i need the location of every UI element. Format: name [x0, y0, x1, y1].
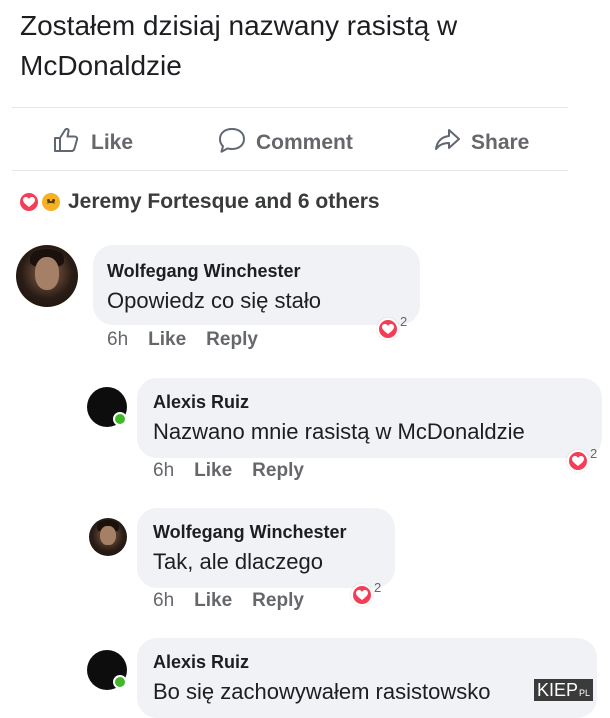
reaction-count-number: 2: [590, 446, 598, 461]
online-status-icon: [113, 675, 127, 689]
comment-reaction-count[interactable]: 2: [377, 314, 407, 340]
comment-button-label: Comment: [256, 131, 353, 154]
comment-meta: 6h Like Reply: [107, 329, 258, 351]
online-status-icon: [113, 412, 127, 426]
comment-reply-button[interactable]: Reply: [252, 590, 304, 612]
comment-author[interactable]: Alexis Ruiz: [153, 392, 249, 413]
reaction-count-number: 2: [374, 580, 382, 595]
comment-time[interactable]: 6h: [153, 590, 174, 612]
watermark-suffix: PL: [579, 688, 591, 698]
comment-bubble: [137, 378, 602, 458]
watermark-logo: KIEP PL: [534, 679, 594, 701]
comment-like-button[interactable]: Like: [194, 460, 232, 482]
share-button[interactable]: Share: [432, 126, 529, 160]
comment-time[interactable]: 6h: [153, 460, 174, 482]
avatar[interactable]: [89, 518, 127, 556]
comment-reply-button[interactable]: Reply: [252, 460, 304, 482]
sad-reaction-icon: [40, 191, 62, 213]
comment-like-button[interactable]: Like: [194, 590, 232, 612]
comment-time[interactable]: 6h: [107, 329, 128, 351]
comment-text: Nazwano mnie rasistą w McDonaldzie: [153, 419, 525, 444]
comment-author[interactable]: Wolfegang Winchester: [153, 522, 347, 543]
avatar[interactable]: [16, 245, 78, 307]
share-icon: [432, 126, 462, 160]
comment-button[interactable]: Comment: [217, 126, 353, 160]
reaction-count-number: 2: [400, 314, 408, 329]
comment-reaction-count[interactable]: 2: [567, 446, 597, 472]
comment-text: Bo się zachowywałem rasistowsko: [153, 679, 491, 704]
like-button[interactable]: Like: [52, 126, 133, 160]
reactions-summary-text: Jeremy Fortesque and 6 others: [68, 190, 380, 213]
comment-bubble: [137, 638, 597, 718]
heart-reaction-icon: [377, 318, 399, 340]
comment-icon: [217, 126, 247, 160]
comment-text: Opowiedz co się stało: [107, 288, 321, 313]
reactions-summary[interactable]: Jeremy Fortesque and 6 others: [18, 187, 380, 217]
comment-bubble: [137, 508, 395, 588]
comment-reply-button[interactable]: Reply: [206, 329, 258, 351]
post-action-bar: Like Comment Share: [12, 107, 568, 171]
heart-reaction-icon: [567, 450, 589, 472]
watermark-text: KIEP: [537, 679, 579, 700]
thumbs-up-icon: [52, 126, 82, 160]
share-button-label: Share: [471, 131, 530, 154]
post-text: Zostałem dzisiaj nazwany rasistą w McDon…: [20, 10, 458, 81]
like-button-label: Like: [91, 131, 134, 154]
heart-reaction-icon: [18, 191, 40, 213]
comment-author[interactable]: Alexis Ruiz: [153, 652, 249, 673]
comment-meta: 6h Like Reply: [153, 590, 304, 612]
comment-reaction-count[interactable]: 2: [351, 580, 381, 606]
comment-meta: 6h Like Reply: [153, 460, 304, 482]
comment-like-button[interactable]: Like: [148, 329, 186, 351]
heart-reaction-icon: [351, 584, 373, 606]
comment-text: Tak, ale dlaczego: [153, 549, 323, 574]
comment-author[interactable]: Wolfegang Winchester: [107, 261, 301, 282]
